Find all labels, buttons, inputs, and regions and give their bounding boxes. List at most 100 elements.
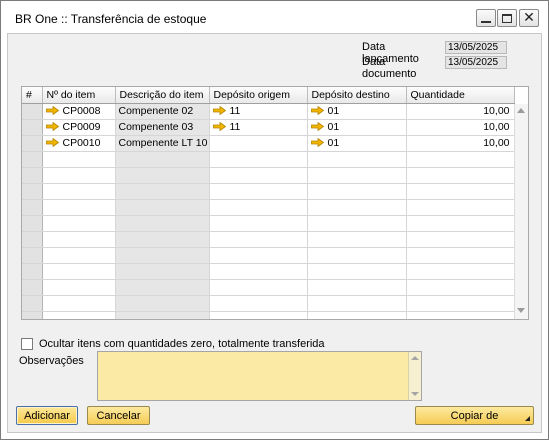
row-selector[interactable] — [22, 295, 43, 312]
table-row-empty[interactable] — [22, 279, 515, 296]
from-warehouse-cell[interactable] — [209, 135, 308, 152]
from-warehouse-cell[interactable] — [209, 151, 308, 168]
to-warehouse-cell[interactable] — [307, 279, 407, 296]
table-row-empty[interactable] — [22, 151, 515, 168]
remarks-scroll-up-icon[interactable] — [411, 356, 419, 360]
table-row-empty[interactable] — [22, 167, 515, 184]
to-warehouse-cell[interactable] — [307, 183, 407, 200]
from-warehouse-link-icon[interactable] — [212, 106, 226, 115]
col-header-to-warehouse[interactable]: Depósito destino — [307, 87, 407, 104]
to-warehouse-cell[interactable]: 01 — [307, 135, 407, 152]
table-row-empty[interactable] — [22, 199, 515, 216]
to-warehouse-cell[interactable] — [307, 311, 407, 319]
table-row[interactable]: CP0010 Compenente LT 10 01 10,00 — [22, 135, 515, 152]
remarks-scrollbar[interactable] — [408, 352, 421, 400]
col-header-from-warehouse[interactable]: Depósito origem — [209, 87, 308, 104]
col-header-quantity[interactable]: Quantidade — [406, 87, 515, 104]
table-row[interactable]: CP0008 Compenente 02 11 01 10,00 — [22, 103, 515, 120]
to-warehouse-cell[interactable] — [307, 199, 407, 216]
row-selector[interactable] — [22, 231, 43, 248]
quantity-cell[interactable]: 10,00 — [406, 119, 515, 136]
row-selector[interactable] — [22, 247, 43, 264]
item-link-icon[interactable] — [45, 106, 59, 115]
item-number-cell[interactable] — [42, 199, 116, 216]
copy-from-button[interactable]: Copiar de — [415, 406, 534, 425]
from-warehouse-link-icon[interactable] — [212, 122, 226, 131]
quantity-cell[interactable]: 10,00 — [406, 135, 515, 152]
table-row-empty[interactable] — [22, 215, 515, 232]
from-warehouse-cell[interactable] — [209, 279, 308, 296]
col-header-item-number[interactable]: Nº do item — [42, 87, 116, 104]
item-number-cell[interactable] — [42, 311, 116, 319]
item-number-cell[interactable] — [42, 215, 116, 232]
quantity-cell[interactable] — [406, 311, 515, 319]
document-date-field[interactable]: 13/05/2025 — [445, 56, 507, 69]
quantity-cell[interactable] — [406, 279, 515, 296]
row-selector[interactable] — [22, 311, 43, 319]
from-warehouse-cell[interactable] — [209, 167, 308, 184]
row-selector[interactable] — [22, 167, 43, 184]
title-bar[interactable]: BR One :: Transferência de estoque ✕ — [1, 1, 548, 33]
quantity-cell[interactable] — [406, 295, 515, 312]
quantity-cell[interactable]: 10,00 — [406, 103, 515, 120]
to-warehouse-cell[interactable] — [307, 263, 407, 280]
to-warehouse-cell[interactable] — [307, 247, 407, 264]
row-selector[interactable] — [22, 263, 43, 280]
from-warehouse-cell[interactable] — [209, 231, 308, 248]
to-warehouse-cell[interactable] — [307, 167, 407, 184]
quantity-cell[interactable] — [406, 215, 515, 232]
row-selector[interactable] — [22, 279, 43, 296]
row-selector[interactable] — [22, 135, 43, 152]
from-warehouse-cell[interactable] — [209, 247, 308, 264]
quantity-cell[interactable] — [406, 167, 515, 184]
remarks-field[interactable] — [97, 351, 422, 401]
to-warehouse-cell[interactable] — [307, 215, 407, 232]
row-selector[interactable] — [22, 183, 43, 200]
from-warehouse-cell[interactable] — [209, 263, 308, 280]
item-number-cell[interactable] — [42, 183, 116, 200]
row-selector[interactable] — [22, 119, 43, 136]
close-button[interactable]: ✕ — [519, 9, 539, 27]
from-warehouse-cell[interactable] — [209, 183, 308, 200]
table-row-empty[interactable] — [22, 247, 515, 264]
quantity-cell[interactable] — [406, 263, 515, 280]
hide-zero-checkbox[interactable] — [21, 338, 33, 350]
row-selector[interactable] — [22, 151, 43, 168]
quantity-cell[interactable] — [406, 247, 515, 264]
item-number-cell[interactable] — [42, 151, 116, 168]
item-number-cell[interactable] — [42, 279, 116, 296]
item-number-cell[interactable]: CP0009 — [42, 119, 116, 136]
from-warehouse-cell[interactable]: 11 — [209, 103, 308, 120]
to-warehouse-link-icon[interactable] — [310, 122, 324, 131]
to-warehouse-cell[interactable] — [307, 231, 407, 248]
item-number-cell[interactable]: CP0010 — [42, 135, 116, 152]
scroll-down-icon[interactable] — [517, 308, 525, 313]
to-warehouse-cell[interactable]: 01 — [307, 103, 407, 120]
item-link-icon[interactable] — [45, 122, 59, 131]
row-selector[interactable] — [22, 103, 43, 120]
table-row-empty[interactable] — [22, 263, 515, 280]
from-warehouse-cell[interactable] — [209, 295, 308, 312]
scroll-up-icon[interactable] — [517, 108, 525, 113]
item-link-icon[interactable] — [45, 138, 59, 147]
col-header-item-description[interactable]: Descrição do item — [115, 87, 210, 104]
table-row-empty[interactable] — [22, 183, 515, 200]
item-number-cell[interactable]: CP0008 — [42, 103, 116, 120]
posting-date-field[interactable]: 13/05/2025 — [445, 41, 507, 54]
row-selector[interactable] — [22, 199, 43, 216]
item-number-cell[interactable] — [42, 295, 116, 312]
quantity-cell[interactable] — [406, 151, 515, 168]
item-number-cell[interactable] — [42, 167, 116, 184]
to-warehouse-cell[interactable] — [307, 151, 407, 168]
table-row-empty[interactable] — [22, 231, 515, 248]
item-number-cell[interactable] — [42, 263, 116, 280]
from-warehouse-cell[interactable] — [209, 215, 308, 232]
item-number-cell[interactable] — [42, 231, 116, 248]
to-warehouse-cell[interactable] — [307, 295, 407, 312]
table-row-empty[interactable] — [22, 295, 515, 312]
from-warehouse-cell[interactable]: 11 — [209, 119, 308, 136]
to-warehouse-cell[interactable]: 01 — [307, 119, 407, 136]
to-warehouse-link-icon[interactable] — [310, 106, 324, 115]
minimize-button[interactable] — [476, 9, 496, 27]
maximize-button[interactable] — [497, 9, 517, 27]
